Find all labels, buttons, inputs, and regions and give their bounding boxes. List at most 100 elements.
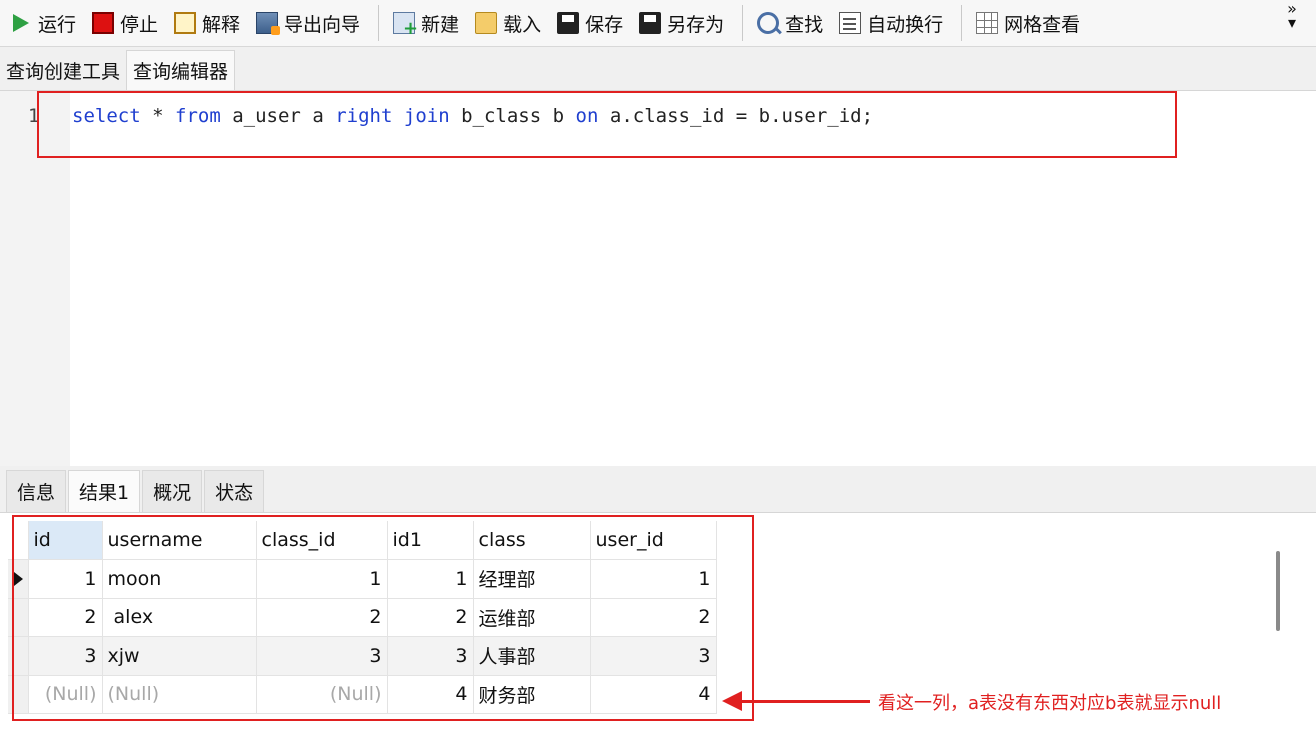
column-header-id1[interactable]: id1: [387, 521, 474, 560]
toolbar-separator: [742, 5, 744, 41]
current-row-indicator: [8, 559, 29, 599]
cell[interactable]: 3: [256, 636, 388, 676]
cell[interactable]: 4: [590, 675, 717, 714]
cell[interactable]: alex: [102, 598, 257, 637]
toolbar-overflow-button[interactable]: » ▾: [1282, 0, 1302, 42]
tab-info[interactable]: 信息: [6, 470, 67, 512]
row-indicator: [8, 598, 29, 637]
sql-editor[interactable]: 1 select * from a_user a right join b_cl…: [0, 90, 1316, 466]
sql-token: *: [152, 105, 164, 127]
word-wrap-button[interactable]: 自动换行: [833, 4, 949, 42]
annotation-text: 看这一列，a表没有东西对应b表就显示null: [878, 693, 1222, 714]
save-button[interactable]: 保存: [551, 4, 629, 42]
column-header-username[interactable]: username: [102, 521, 257, 560]
load-label: 载入: [503, 13, 542, 36]
cell[interactable]: 1: [590, 559, 717, 599]
sql-keyword: on: [575, 105, 599, 127]
cell[interactable]: 3: [387, 636, 474, 676]
editor-tab-bar: 查询创建工具 查询编辑器: [0, 48, 1316, 90]
word-wrap-label: 自动换行: [867, 13, 944, 36]
column-header-class-id[interactable]: class_id: [256, 521, 388, 560]
search-icon: [757, 12, 780, 34]
column-header-user-id[interactable]: user_id: [590, 521, 717, 560]
word-wrap-icon: [839, 12, 862, 34]
stop-button[interactable]: 停止: [86, 4, 164, 42]
sql-token: b.user_id;: [758, 105, 874, 127]
null-cell[interactable]: (Null): [28, 675, 103, 714]
chevron-double-right-icon: » ▾: [1287, 0, 1297, 32]
cell[interactable]: 运维部: [473, 598, 591, 637]
grid-view-label: 网格查看: [1004, 13, 1081, 36]
sql-keyword: select: [72, 105, 141, 127]
sql-token: a_user: [232, 105, 301, 127]
stop-label: 停止: [120, 13, 159, 36]
cell[interactable]: moon: [102, 559, 257, 599]
cell[interactable]: 2: [590, 598, 717, 637]
tab-query-editor[interactable]: 查询编辑器: [126, 50, 236, 90]
cell[interactable]: 3: [590, 636, 717, 676]
export-wizard-button[interactable]: 导出向导: [250, 4, 366, 42]
find-button[interactable]: 查找: [751, 4, 829, 42]
sql-keyword: right: [335, 105, 393, 127]
cell[interactable]: 人事部: [473, 636, 591, 676]
tab-profile[interactable]: 概况: [142, 470, 203, 512]
sql-keyword: join: [403, 105, 450, 127]
row-indicator: [8, 675, 29, 714]
cell[interactable]: 2: [387, 598, 474, 637]
null-cell[interactable]: (Null): [256, 675, 388, 714]
cell[interactable]: 4: [387, 675, 474, 714]
table-row[interactable]: 1 moon 1 1 经理部 1: [8, 559, 717, 599]
stop-icon: [92, 12, 115, 34]
sql-token: =: [735, 105, 748, 127]
cell[interactable]: 1: [256, 559, 388, 599]
save-as-button[interactable]: 另存为: [633, 4, 730, 42]
tab-status[interactable]: 状态: [204, 470, 265, 512]
header-row: id username class_id id1 class user_id: [8, 521, 717, 560]
save-as-label: 另存为: [667, 13, 725, 36]
column-header-class[interactable]: class: [473, 521, 591, 560]
table-row[interactable]: 2 alex 2 2 运维部 2: [8, 598, 717, 637]
column-header-id[interactable]: id: [28, 521, 103, 560]
cell[interactable]: 3: [28, 636, 103, 676]
sql-token: b: [552, 105, 565, 127]
new-icon: [393, 12, 418, 39]
cell[interactable]: 财务部: [473, 675, 591, 714]
new-button[interactable]: 新建: [387, 4, 465, 42]
sql-token: b_class: [461, 105, 542, 127]
find-label: 查找: [785, 13, 824, 36]
cell[interactable]: 2: [28, 598, 103, 637]
tab-result-1[interactable]: 结果1: [68, 470, 141, 512]
run-button[interactable]: 运行: [4, 4, 82, 42]
sql-code[interactable]: select * from a_user a right join b_clas…: [72, 105, 873, 127]
row-pointer-icon: [14, 572, 23, 586]
grid-view-button[interactable]: 网格查看: [970, 4, 1086, 42]
null-cell[interactable]: (Null): [102, 675, 257, 714]
explain-button[interactable]: 解释: [168, 4, 246, 42]
cell[interactable]: 1: [387, 559, 474, 599]
cell[interactable]: 经理部: [473, 559, 591, 599]
table-row[interactable]: 3 xjw 3 3 人事部 3: [8, 636, 717, 676]
cell[interactable]: 1: [28, 559, 103, 599]
save-as-icon: [639, 12, 662, 34]
sql-keyword: from: [175, 105, 221, 127]
row-indicator-header: [8, 521, 29, 560]
result-grid: id username class_id id1 class user_id 1…: [0, 512, 1316, 744]
cell[interactable]: xjw: [102, 636, 257, 676]
save-label: 保存: [585, 13, 624, 36]
load-button[interactable]: 载入: [469, 4, 547, 42]
cell[interactable]: 2: [256, 598, 388, 637]
result-table: id username class_id id1 class user_id 1…: [8, 521, 717, 714]
vertical-scrollbar[interactable]: [1276, 551, 1280, 631]
row-indicator: [8, 636, 29, 676]
table-row[interactable]: (Null) (Null) (Null) 4 财务部 4: [8, 675, 717, 714]
tab-query-builder[interactable]: 查询创建工具: [0, 50, 126, 90]
annotation-arrow-line: [738, 700, 870, 703]
run-label: 运行: [38, 13, 77, 36]
folder-icon: [475, 12, 498, 34]
